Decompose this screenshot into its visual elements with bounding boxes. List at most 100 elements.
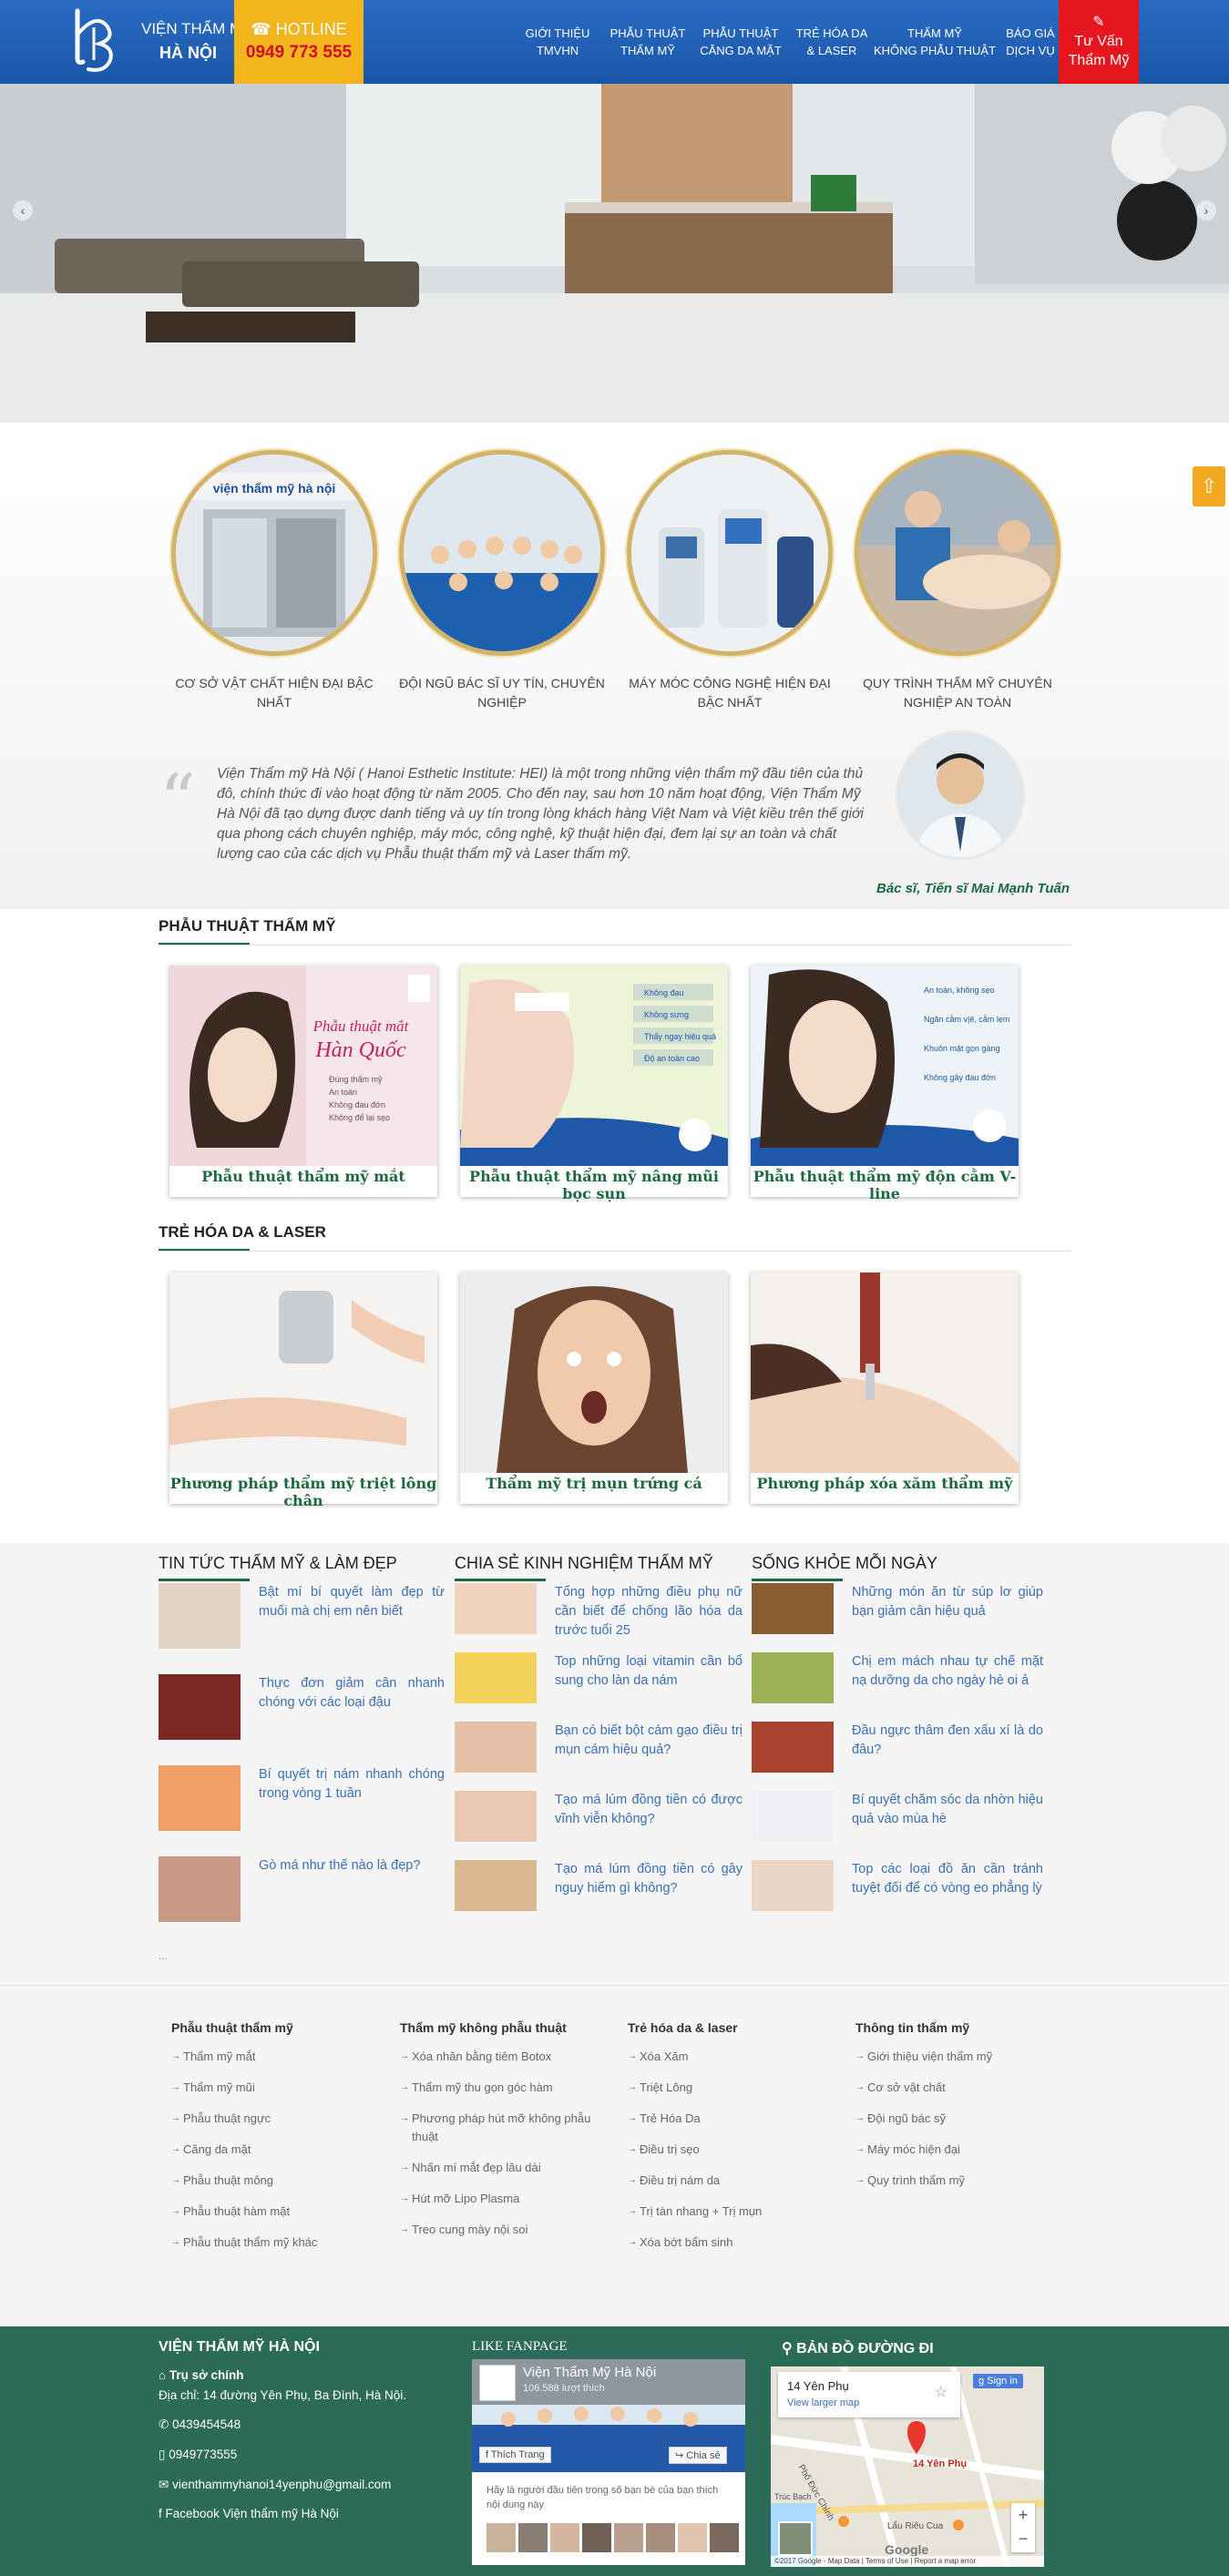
news-link[interactable]: Top các loại đồ ăn cần tránh tuyệt đối đ…	[852, 1860, 1043, 1911]
card-image-subtitle: Hàn Quốc	[314, 1038, 406, 1062]
hero-slider[interactable]: ‹ ›	[0, 84, 1229, 423]
footer-link[interactable]: Máy móc hiện đại	[855, 2141, 1074, 2159]
footer-link[interactable]: Trẻ Hóa Da	[628, 2110, 846, 2128]
hotline-box[interactable]: ☎ HOTLINE 0949 773 555	[234, 0, 364, 84]
footer-link[interactable]: Giới thiệu viện thẩm mỹ	[855, 2048, 1074, 2066]
news-item[interactable]: Tạo má lúm đồng tiền có gây nguy hiểm gì…	[455, 1860, 743, 1911]
news-item[interactable]: Tạo má lúm đồng tiền có được vĩnh viễn k…	[455, 1791, 743, 1842]
card-image	[751, 1273, 1019, 1473]
footer-phone1[interactable]: ✆ 0439454548	[159, 2418, 241, 2432]
site-footer: VIỆN THẨM MỸ HÀ NỘI ⌂ Trụ sở chính Địa c…	[0, 2326, 1229, 2576]
news-link[interactable]: Top những loại vitamin cần bổ sung cho l…	[555, 1652, 743, 1703]
footer-link[interactable]: Xóa bớt bẩm sinh	[628, 2234, 846, 2252]
news-item[interactable]: Bật mí bí quyết làm đẹp từ muối mà chị e…	[159, 1583, 445, 1649]
site-logo[interactable]: VIỆN THẨM MỸ HÀ NỘI	[68, 7, 252, 75]
map-satellite-toggle[interactable]	[778, 2521, 813, 2556]
footer-link[interactable]: Nhấn mí mắt đẹp lâu dài	[400, 2159, 609, 2177]
main-nav: GIỚI THIỆU TMVHN PHẪU THUẬT THẨM MỸ PHẪU T…	[510, 0, 1064, 84]
zoom-out-icon: −	[1018, 2530, 1029, 2548]
footer-link[interactable]: Hút mỡ Lipo Plasma	[400, 2190, 609, 2208]
news-item[interactable]: Top những loại vitamin cần bổ sung cho l…	[455, 1652, 743, 1703]
footer-link[interactable]: Thẩm mỹ mắt	[171, 2048, 390, 2066]
laser-card-tattoo-removal[interactable]: Phương pháp xóa xăm thẩm mỹ	[751, 1273, 1019, 1504]
news-link[interactable]: Tổng hợp những điều phụ nữ cần biết để c…	[555, 1583, 743, 1641]
news-link[interactable]: Tạo má lúm đồng tiền có được vĩnh viễn k…	[555, 1791, 743, 1842]
footer-link[interactable]: Treo cung mày nội soi	[400, 2221, 609, 2239]
fb-likes: 106.588 lượt thích	[523, 2383, 605, 2394]
surgery-card-nose[interactable]: Không đau Không sưng Thấy ngay hiệu quả …	[460, 966, 728, 1202]
nav-cang-da-mat[interactable]: PHẪU THUẬT CĂNG DA MẶT	[691, 0, 791, 84]
news-link[interactable]: Bạn có biết bột cám gạo điều trị mụn cám…	[555, 1722, 743, 1773]
news-link[interactable]: Gò má như thế nào là đẹp?	[259, 1856, 420, 1922]
footer-link[interactable]: Phẫu thuật mông	[171, 2172, 390, 2190]
news-link[interactable]: Đầu ngực thâm đen xấu xí là do đâu?	[852, 1722, 1043, 1773]
footer-link[interactable]: Điều trị sẹo	[628, 2141, 846, 2159]
news-item[interactable]: Những món ăn từ súp lơ giúp bạn giảm cân…	[752, 1583, 1043, 1634]
google-map[interactable]: Phố Đức Chính Trúc Bạch Lẩu Riêu Cua 14 …	[771, 2366, 1044, 2567]
nav-tre-hoa-da[interactable]: TRẺ HÓA DA & LASER	[791, 0, 873, 84]
nav-bao-gia[interactable]: BÁO GIÁ DỊCH VỤ	[997, 0, 1064, 84]
fb-like-button[interactable]: f Thích Trang	[479, 2447, 551, 2463]
map-larger-link[interactable]: View larger map	[787, 2397, 859, 2408]
footer-link[interactable]: Thẩm mỹ mũi	[171, 2079, 390, 2097]
news-link[interactable]: Tạo má lúm đồng tiền có gây nguy hiểm gì…	[555, 1860, 743, 1911]
laser-card-acne[interactable]: Thẩm mỹ trị mụn trứng cá	[460, 1273, 728, 1504]
footer-link[interactable]: Đội ngũ bác sỹ	[855, 2110, 1074, 2128]
news-item[interactable]: Bí quyết chăm sóc da nhờn hiệu quả vào m…	[752, 1791, 1043, 1842]
footer-link[interactable]: Triệt Lông	[628, 2079, 846, 2097]
news-item[interactable]: Thực đơn giảm cân nhanh chóng với các lo…	[159, 1674, 445, 1740]
fanpage-title: LIKE FANPAGE	[472, 2339, 568, 2354]
news-link[interactable]: Thực đơn giảm cân nhanh chóng với các lo…	[259, 1674, 445, 1740]
news-link[interactable]: Bật mí bí quyết làm đẹp từ muối mà chị e…	[259, 1583, 445, 1649]
news-item[interactable]: Gò má như thế nào là đẹp?	[159, 1856, 445, 1922]
news-item[interactable]: Bạn có biết bột cám gạo điều trị mụn cám…	[455, 1722, 743, 1773]
news-link[interactable]: Chị em mách nhau tự chế mặt nạ dưỡng da …	[852, 1652, 1043, 1703]
footer-facebook[interactable]: f Facebook Viện thẩm mỹ Hà Nội	[159, 2507, 339, 2520]
footer-link[interactable]: Xóa Xăm	[628, 2048, 846, 2066]
feature-label: ĐỘI NGŨ BÁC SĨ UY TÍN, CHUYÊN NGHIỆP	[399, 676, 605, 710]
news-item[interactable]: Top các loại đồ ăn cần tránh tuyệt đối đ…	[752, 1860, 1043, 1911]
slider-next-icon[interactable]: ›	[1196, 200, 1216, 220]
star-icon[interactable]: ☆	[935, 2383, 947, 2401]
fb-share-button[interactable]: ↪ Chia sẻ	[669, 2447, 727, 2464]
surgery-card-chin[interactable]: An toàn, không sẹo Ngăn cằm v|ê, cằm lẹm…	[751, 966, 1019, 1202]
nav-gioi-thieu[interactable]: GIỚI THIỆU TMVHN	[510, 0, 605, 84]
news-item[interactable]: Bí quyết trị nám nhanh chóng trong vòng …	[159, 1765, 445, 1831]
surgery-card-eye[interactable]: Phẫu thuật mắt Hàn Quốc Đúng thẩm mỹ An …	[169, 966, 437, 1197]
feature-doctors: ĐỘI NGŨ BÁC SĨ UY TÍN, CHUYÊN NGHIỆP	[388, 450, 616, 712]
fb-page-name[interactable]: Viện Thẩm Mỹ Hà Nội	[523, 2365, 656, 2380]
footer-email[interactable]: ✉ vienthammyhanoi14yenphu@gmail.com	[159, 2478, 391, 2492]
news-thumb	[159, 1856, 241, 1922]
facebook-widget[interactable]: Viện Thẩm Mỹ Hà Nội 106.588 lượt thích f…	[472, 2359, 745, 2565]
footer-link[interactable]: Phương pháp hút mỡ không phẫu thuật	[400, 2110, 609, 2146]
footer-link[interactable]: Quy trình thẩm mỹ	[855, 2172, 1074, 2190]
footer-link[interactable]: Phẫu thuật ngực	[171, 2110, 390, 2128]
slider-prev-icon[interactable]: ‹	[13, 200, 33, 220]
svg-text:Không đau đớn: Không đau đớn	[329, 1100, 385, 1109]
laser-card-hair-removal[interactable]: Phương pháp thẩm mỹ triệt lông chân	[169, 1273, 437, 1509]
news-link[interactable]: Những món ăn từ súp lơ giúp bạn giảm cân…	[852, 1583, 1043, 1634]
map-marker-icon: ⚲	[782, 2341, 793, 2356]
news-item[interactable]: Chị em mách nhau tự chế mặt nạ dưỡng da …	[752, 1652, 1043, 1703]
news-link[interactable]: Bí quyết trị nám nhanh chóng trong vòng …	[259, 1765, 445, 1831]
footer-link[interactable]: Xóa nhăn bằng tiêm Botox	[400, 2048, 609, 2066]
nav-phau-thuat-tham-my[interactable]: PHẪU THUẬT THẨM MỸ	[605, 0, 691, 84]
footer-link[interactable]: Trị tàn nhang + Trị mụn	[628, 2203, 846, 2221]
footer-link[interactable]: Căng da mặt	[171, 2141, 390, 2159]
back-to-top-icon[interactable]: ⇧	[1193, 466, 1225, 506]
footer-link[interactable]: Cơ sở vật chất	[855, 2079, 1074, 2097]
footer-link[interactable]: Điều trị nám da	[628, 2172, 846, 2190]
map-sign-in-button[interactable]: g Sign in	[973, 2374, 1023, 2388]
news-item[interactable]: Tổng hợp những điều phụ nữ cần biết để c…	[455, 1583, 743, 1641]
news-link[interactable]: Bí quyết chăm sóc da nhờn hiệu quả vào m…	[852, 1791, 1043, 1842]
consult-button[interactable]: ✎ Tư Vấn Thẩm Mỹ	[1059, 0, 1139, 84]
news-item[interactable]: Đầu ngực thâm đen xấu xí là do đâu?	[752, 1722, 1043, 1773]
nav-khong-phau-thuat[interactable]: THẨM MỸ KHÔNG PHẪU THUẬT	[873, 0, 997, 84]
map-google-logo: Google	[885, 2542, 928, 2557]
footer-link[interactable]: Phẫu thuật thẩm mỹ khác	[171, 2234, 390, 2252]
footer-link[interactable]: Thẩm mỹ thu gọn góc hàm	[400, 2079, 609, 2097]
footer-link[interactable]: Phẫu thuật hàm mặt	[171, 2203, 390, 2221]
map-zoom-controls[interactable]: + −	[1011, 2503, 1035, 2552]
footer-phone2[interactable]: ▯ 0949773555	[159, 2448, 237, 2462]
feature-image	[399, 450, 605, 656]
